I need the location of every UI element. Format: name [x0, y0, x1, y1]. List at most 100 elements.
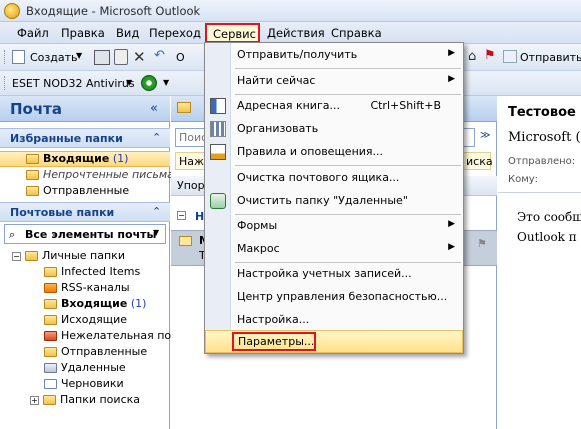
reply-button-partial[interactable]: О [176, 51, 185, 64]
tree-label: Infected Items [61, 265, 141, 278]
search-placeholder: Поис [179, 131, 208, 144]
tree-personal-folders[interactable]: − Личные папки [0, 249, 170, 265]
menu-item-label: Очистка почтового ящика... [237, 171, 400, 184]
tree-sent[interactable]: Отправленные [0, 345, 170, 361]
menu-account-settings[interactable]: Настройка учетных записей... [205, 263, 463, 285]
send-receive-button[interactable]: Отправить [520, 51, 581, 64]
expand-search-folders-icon[interactable]: + [30, 395, 39, 405]
favorites-collapse-icon[interactable]: ⌃ [152, 131, 161, 144]
menu-item-label: Организовать [237, 122, 319, 135]
favorites-title: Избранные папки [10, 132, 123, 145]
categorize-icon[interactable]: ⌂ [468, 49, 476, 64]
recycle-icon [210, 193, 226, 209]
menu-options[interactable]: Параметры... [205, 330, 463, 353]
unread-envelope-icon [179, 236, 192, 246]
drafts-folder-icon [44, 379, 57, 389]
tree-outbox[interactable]: Исходящие [0, 313, 170, 329]
print-icon[interactable] [94, 50, 110, 65]
menu-item-label: Настройка... [237, 313, 310, 326]
follow-up-flag-icon[interactable]: ⚑ [484, 48, 496, 63]
header-divider [498, 192, 581, 193]
search-prompt-text-right: иска [466, 155, 493, 168]
message-title: Тестовое [508, 105, 576, 120]
menu-item-label: Отправить/получить [237, 48, 358, 61]
expand-query-icon[interactable]: ≫ [480, 130, 490, 141]
reading-pane: Тестовое Microsoft ( Отправлено: Кому: Э… [498, 96, 581, 429]
menu-file[interactable]: Файл [17, 26, 49, 40]
menu-forms[interactable]: Формы ▶ [205, 215, 463, 237]
submenu-arrow-icon: ▶ [448, 48, 455, 58]
tree-label: Отправленные [61, 345, 148, 358]
eset-antivirus-button[interactable]: ESET NOD32 Antivirus [12, 77, 135, 90]
tree-infected-items[interactable]: Infected Items [0, 265, 170, 281]
message-from: Microsoft ( [508, 130, 581, 145]
create-dropdown-arrow-icon[interactable]: ▼ [76, 51, 82, 60]
favorite-sent-label: Отправленные [43, 184, 130, 197]
favorite-inbox-label: Входящие [43, 152, 110, 165]
toolbar-grip[interactable] [4, 50, 7, 64]
create-button[interactable]: Создать [30, 51, 78, 64]
menu-help[interactable]: Справка [331, 26, 382, 40]
submenu-arrow-icon: ▶ [448, 74, 455, 84]
tree-personal-label: Личные папки [42, 249, 125, 262]
new-item-icon [12, 50, 25, 64]
all-items-dropdown-icon[interactable]: ▼ [153, 228, 159, 237]
outlook-app-icon[interactable] [4, 3, 20, 19]
menu-service[interactable]: Сервис [205, 23, 260, 43]
tree-deleted[interactable]: Удаленные [0, 361, 170, 377]
menu-view[interactable]: Вид [116, 26, 139, 40]
group-label: Н [195, 210, 205, 223]
tree-label: Удаленные [61, 361, 126, 374]
mail-folders-header[interactable]: Почтовые папки ⌃ [0, 202, 170, 222]
title-bar: Входящие - Microsoft Outlook [0, 0, 581, 22]
collapse-nav-icon[interactable]: « [150, 101, 158, 116]
menu-service-label: Сервис [213, 27, 256, 41]
tree-inbox[interactable]: Входящие (1) [0, 297, 170, 313]
favorite-unread[interactable]: Непрочтенные письма [0, 168, 174, 184]
menu-send-receive[interactable]: Отправить/получить ▶ [205, 44, 463, 66]
menu-organize[interactable]: Организовать [205, 118, 463, 140]
deleted-items-icon [44, 363, 57, 373]
menu-item-label: Центр управления безопасностью... [237, 290, 448, 303]
menu-item-shortcut: Ctrl+Shift+B [370, 99, 441, 112]
menu-edit[interactable]: Правка [61, 26, 105, 40]
menu-empty-deleted[interactable]: Очистить папку "Удаленные" [205, 190, 463, 212]
toolbar2-grip[interactable] [4, 76, 7, 90]
tree-rss[interactable]: RSS-каналы [0, 281, 170, 297]
eset-status-icon[interactable] [141, 75, 157, 91]
delete-icon[interactable]: ✕ [133, 48, 146, 66]
menu-trust-center[interactable]: Центр управления безопасностью... [205, 286, 463, 308]
tree-drafts[interactable]: Черновики [0, 377, 170, 393]
mail-folders-collapse-icon[interactable]: ⌃ [152, 205, 161, 218]
menu-macro[interactable]: Макрос ▶ [205, 238, 463, 260]
menu-item-label: Адресная книга... [237, 99, 340, 112]
menu-item-label: Макрос [237, 242, 280, 255]
move-to-folder-icon[interactable] [114, 49, 128, 65]
eset-dropdown-arrow-icon[interactable]: ▼ [126, 78, 132, 87]
favorite-sent[interactable]: Отправленные [0, 184, 170, 200]
outbox-folder-icon [44, 315, 57, 325]
menu-go[interactable]: Переход [149, 26, 201, 40]
menu-actions[interactable]: Действия [267, 26, 325, 40]
tree-search-folders[interactable]: + Папки поиска [0, 393, 170, 409]
tree-junk[interactable]: Нежелательная поч [0, 329, 178, 345]
to-label: Кому: [508, 174, 539, 185]
menu-rules-alerts[interactable]: Правила и оповещения... [205, 141, 463, 163]
search-folder-icon [26, 170, 39, 180]
send-receive-icon[interactable] [503, 50, 517, 63]
favorite-inbox[interactable]: Входящие (1) [0, 151, 170, 167]
all-mail-items-selector[interactable]: ⌕ Все элементы почты ▼ [4, 224, 166, 244]
menu-address-book[interactable]: Адресная книга... Ctrl+Shift+B [205, 95, 463, 117]
menu-find-now[interactable]: Найти сейчас ▶ [205, 70, 463, 92]
group-collapse-icon[interactable]: − [177, 211, 186, 220]
favorite-inbox-count: (1) [112, 152, 129, 165]
reply-icon[interactable]: ↶ [154, 48, 165, 63]
collapse-personal-icon[interactable]: − [12, 251, 21, 261]
service-menu-dropdown: Отправить/получить ▶ Найти сейчас ▶ Адре… [204, 42, 464, 354]
flag-icon[interactable]: ⚑ [477, 237, 487, 250]
toolbar-options-icon[interactable]: ▼ [163, 78, 169, 87]
tree-inbox-count: (1) [130, 297, 147, 310]
menu-customize[interactable]: Настройка... [205, 309, 463, 331]
menu-mailbox-cleanup[interactable]: Очистка почтового ящика... [205, 167, 463, 189]
favorites-header[interactable]: Избранные папки ⌃ [0, 128, 170, 148]
